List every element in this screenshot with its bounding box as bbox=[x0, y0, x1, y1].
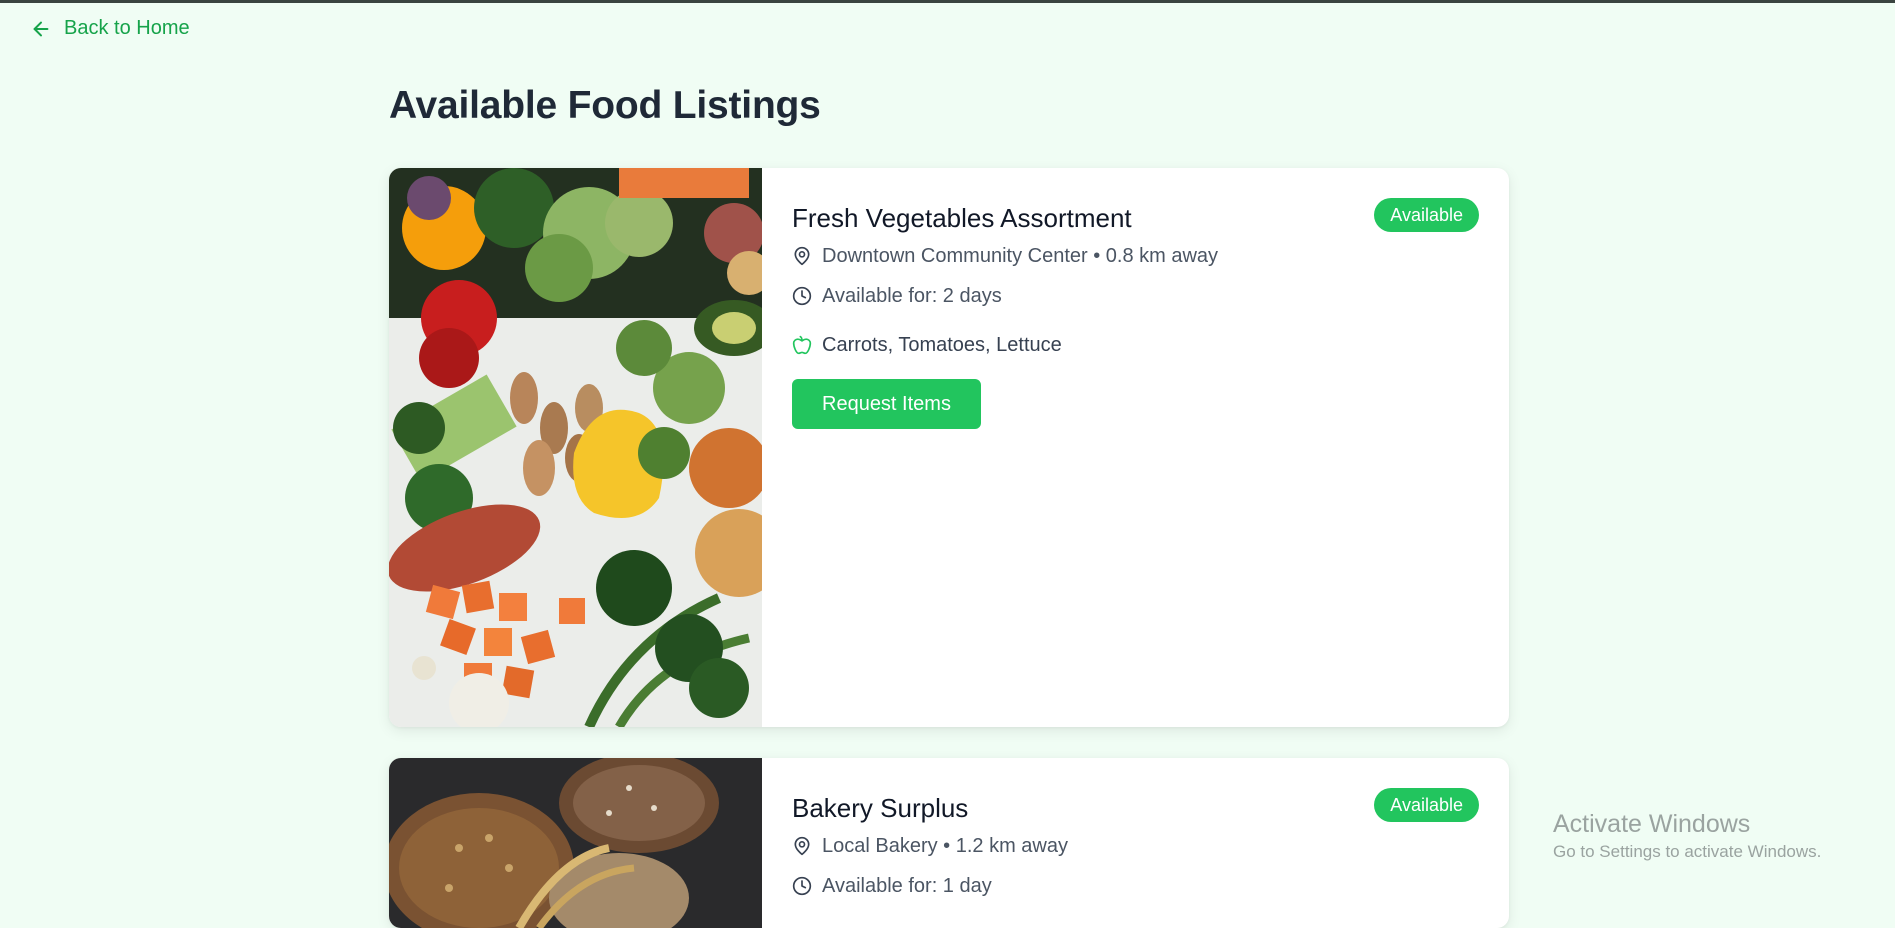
listing-card: Bakery Surplus Available Local Bakery • … bbox=[389, 758, 1509, 928]
bread-photo bbox=[389, 758, 762, 928]
top-border bbox=[0, 0, 1895, 3]
availability-row: Available for: 1 day bbox=[792, 870, 1479, 902]
status-badge: Available bbox=[1374, 788, 1479, 822]
availability-text: Available for: 2 days bbox=[822, 284, 1002, 307]
apple-icon bbox=[792, 335, 812, 355]
windows-activation-watermark: Activate Windows Go to Settings to activ… bbox=[1553, 809, 1821, 865]
arrow-left-icon bbox=[33, 21, 49, 36]
items-text: Carrots, Tomatoes, Lettuce bbox=[822, 333, 1062, 356]
clock-icon bbox=[792, 286, 812, 306]
watermark-title: Activate Windows bbox=[1553, 810, 1751, 838]
map-pin-icon bbox=[794, 836, 810, 856]
status-badge: Available bbox=[1374, 198, 1479, 232]
items-row: Carrots, Tomatoes, Lettuce bbox=[792, 329, 1479, 361]
back-to-home-link[interactable]: Back to Home bbox=[30, 17, 190, 40]
availability-text: Available for: 1 day bbox=[822, 874, 992, 897]
location-text: Local Bakery • 1.2 km away bbox=[822, 834, 1068, 857]
listing-details: Fresh Vegetables Assortment Available Do… bbox=[792, 198, 1479, 429]
back-link-label: Back to Home bbox=[64, 17, 190, 39]
page-title: Available Food Listings bbox=[389, 84, 821, 127]
location-row: Downtown Community Center • 0.8 km away bbox=[792, 240, 1479, 272]
map-pin-icon bbox=[794, 246, 810, 266]
listing-details: Bakery Surplus Available Local Bakery • … bbox=[792, 788, 1479, 902]
request-items-button[interactable]: Request Items bbox=[792, 379, 981, 429]
availability-row: Available for: 2 days bbox=[792, 280, 1479, 312]
listing-card: Fresh Vegetables Assortment Available Do… bbox=[389, 168, 1509, 727]
location-row: Local Bakery • 1.2 km away bbox=[792, 830, 1479, 862]
clock-icon bbox=[792, 876, 812, 896]
vegetables-photo bbox=[389, 168, 762, 727]
location-text: Downtown Community Center • 0.8 km away bbox=[822, 244, 1219, 267]
watermark-subtitle: Go to Settings to activate Windows. bbox=[1553, 842, 1822, 861]
